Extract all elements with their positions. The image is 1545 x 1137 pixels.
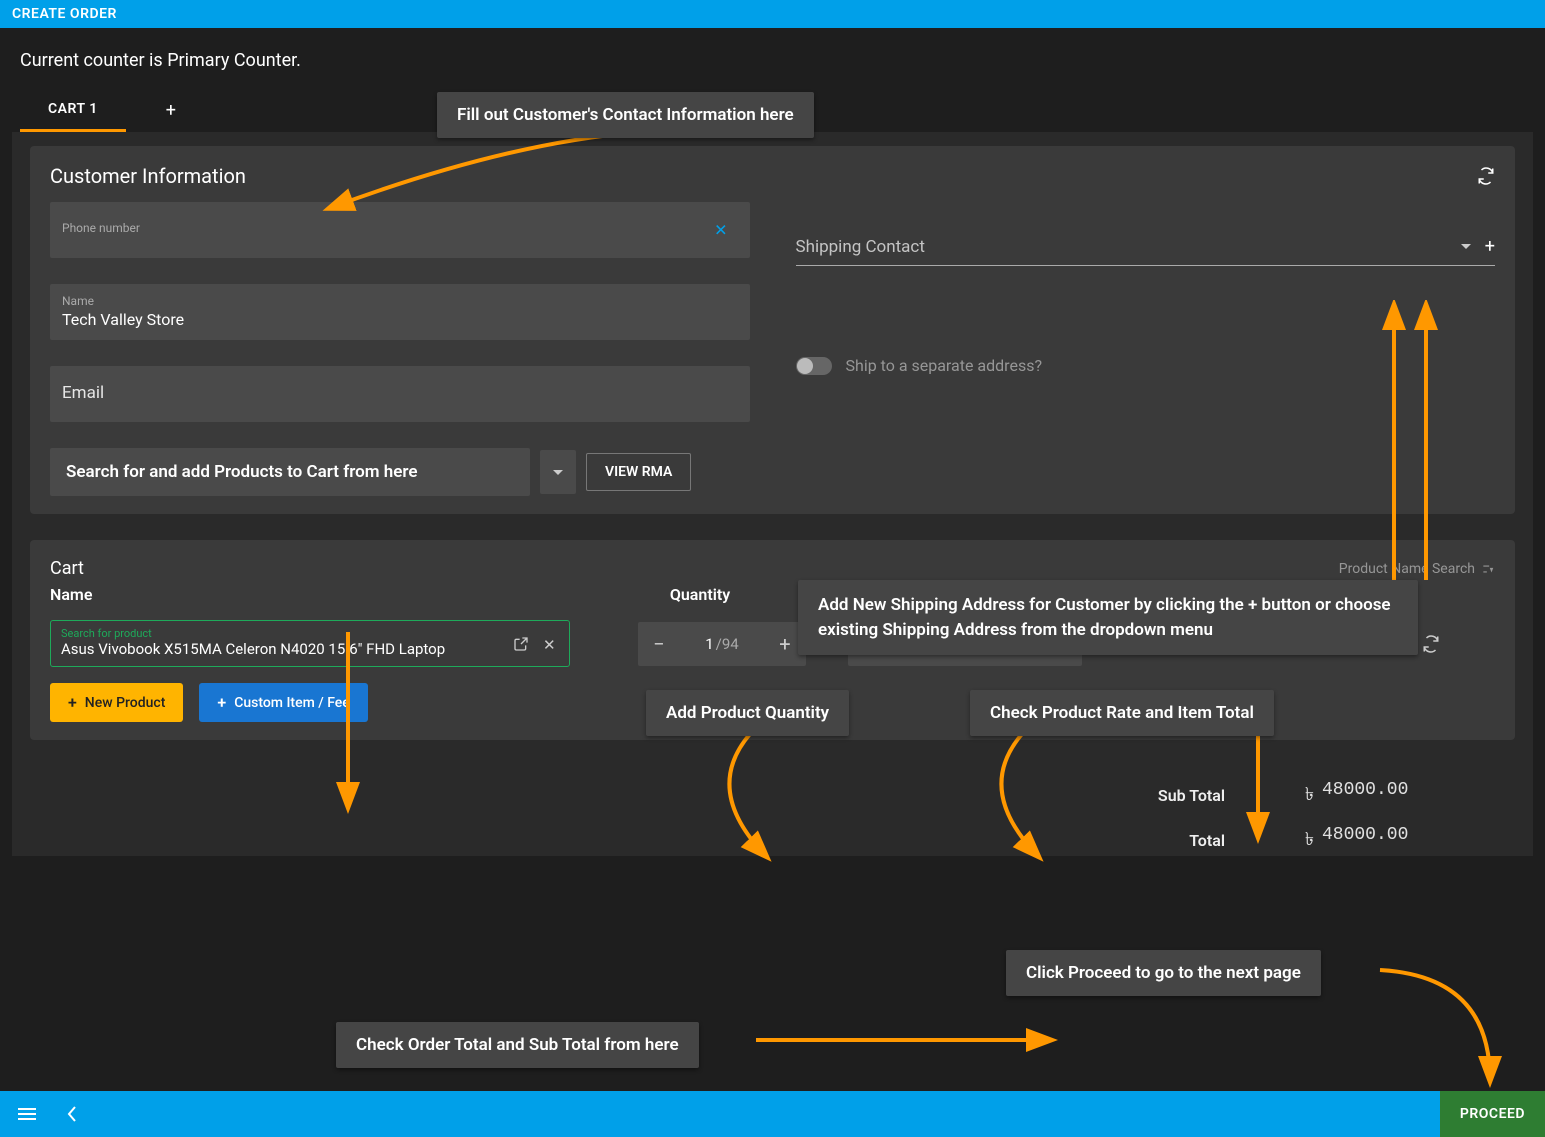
qty-minus-button[interactable]: −	[642, 626, 676, 662]
phone-label: Phone number	[62, 221, 738, 235]
qty-plus-button[interactable]: +	[768, 626, 802, 662]
chevron-down-icon	[553, 470, 563, 475]
cart-title: Cart	[50, 558, 84, 579]
counter-info: Current counter is Primary Counter.	[20, 50, 1541, 71]
quantity-stepper: − 1 /94 +	[638, 622, 806, 666]
qty-value: 1	[705, 635, 713, 653]
plus-icon: +	[217, 693, 226, 712]
callout-customer-info: Fill out Customer's Contact Information …	[437, 92, 814, 138]
product-search-field[interactable]: Search for product Asus Vivobook X515MA …	[50, 620, 570, 667]
product-name-search-toggle[interactable]: Product Name Search	[1339, 561, 1495, 577]
callout-rate: Check Product Rate and Item Total	[970, 690, 1274, 736]
callout-shipping: Add New Shipping Address for Customer by…	[798, 580, 1418, 655]
callout-totals: Check Order Total and Sub Total from her…	[336, 1022, 699, 1068]
product-search-entry[interactable]: Search for and add Products to Cart from…	[50, 448, 530, 496]
ship-separate-toggle[interactable]	[796, 357, 832, 375]
open-external-icon[interactable]	[513, 636, 529, 652]
name-value: Tech Valley Store	[62, 310, 738, 329]
plus-icon: +	[68, 693, 77, 712]
custom-item-label: Custom Item / Fee	[234, 695, 350, 711]
currency-icon: ৳	[1305, 780, 1314, 811]
currency-icon: ৳	[1305, 825, 1314, 856]
search-dropdown-handle[interactable]	[540, 450, 576, 494]
custom-item-button[interactable]: + Custom Item / Fee	[199, 683, 367, 722]
clear-product-icon[interactable]: ✕	[543, 636, 559, 652]
tab-cart1[interactable]: CART 1	[20, 89, 126, 132]
subtotal-value: 48000.00	[1322, 780, 1408, 811]
subtotal-label: Sub Total	[1085, 786, 1225, 805]
app-title: CREATE ORDER	[12, 6, 117, 22]
arrow-graphic	[1370, 960, 1510, 1090]
add-tab-button[interactable]: +	[166, 100, 176, 121]
name-label: Name	[62, 294, 738, 308]
shipping-contact-label: Shipping Contact	[796, 237, 1447, 257]
email-field[interactable]: Email	[50, 366, 750, 422]
total-label: Total	[1085, 831, 1225, 850]
proceed-button[interactable]: PROCEED	[1440, 1091, 1545, 1137]
refresh-line-icon[interactable]	[1422, 635, 1440, 653]
phone-field[interactable]: Phone number ✕	[50, 202, 750, 258]
name-field[interactable]: Name Tech Valley Store	[50, 284, 750, 340]
customer-info-title: Customer Information	[50, 164, 246, 188]
text-size-icon	[1481, 562, 1495, 576]
callout-proceed: Click Proceed to go to the next page	[1006, 950, 1321, 996]
new-product-button[interactable]: + New Product	[50, 683, 183, 722]
order-totals: Sub Total ৳ 48000.00 Total ৳ 48000.00	[30, 780, 1445, 856]
add-shipping-button[interactable]: +	[1485, 236, 1495, 257]
header-qty: Quantity	[610, 585, 790, 604]
clear-phone-icon[interactable]: ✕	[714, 221, 727, 240]
refresh-icon[interactable]	[1477, 167, 1495, 185]
arrow-graphic	[750, 1012, 1060, 1052]
bottom-bar: PROCEED	[0, 1091, 1545, 1137]
total-value: 48000.00	[1322, 825, 1408, 856]
qty-value-display[interactable]: 1 /94	[705, 635, 739, 653]
customer-panel: Customer Information Phone number ✕ Name…	[30, 146, 1515, 514]
view-rma-button[interactable]: VIEW RMA	[586, 453, 691, 491]
stock-value: 94	[722, 635, 739, 653]
top-bar: CREATE ORDER	[0, 0, 1545, 28]
header-name: Name	[50, 585, 610, 604]
ship-separate-label: Ship to a separate address?	[846, 356, 1043, 375]
back-icon[interactable]	[66, 1105, 78, 1123]
product-search-label: Search for product	[61, 627, 559, 640]
menu-icon[interactable]	[18, 1105, 36, 1123]
product-name-search-label: Product Name Search	[1339, 561, 1475, 577]
product-search-value: Asus Vivobook X515MA Celeron N4020 15.6"…	[61, 640, 559, 658]
shipping-contact-dropdown[interactable]	[1461, 244, 1471, 249]
callout-qty: Add Product Quantity	[646, 690, 849, 736]
email-label: Email	[62, 383, 738, 403]
new-product-label: New Product	[85, 695, 166, 711]
